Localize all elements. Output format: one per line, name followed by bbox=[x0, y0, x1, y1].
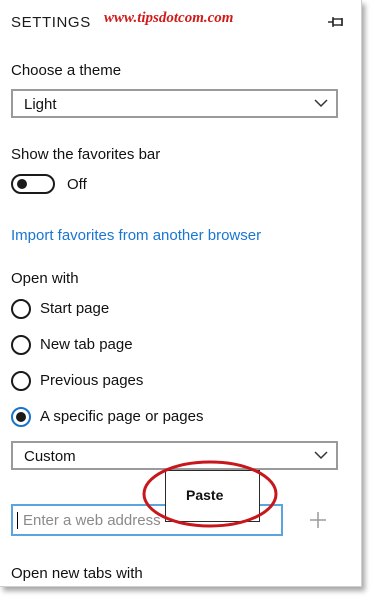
radio-start-page[interactable] bbox=[11, 299, 31, 319]
radio-new-tab-page[interactable] bbox=[11, 335, 31, 355]
theme-label: Choose a theme bbox=[11, 62, 122, 79]
import-favorites-link[interactable]: Import favorites from another browser bbox=[11, 227, 261, 244]
chevron-down-icon bbox=[314, 99, 328, 108]
radio-label-new-tab-page: New tab page bbox=[40, 336, 133, 353]
radio-label-previous-pages: Previous pages bbox=[40, 372, 144, 389]
pin-icon[interactable] bbox=[327, 14, 345, 30]
favorites-bar-state: Off bbox=[67, 176, 87, 193]
radio-previous-pages[interactable] bbox=[11, 371, 31, 391]
theme-select[interactable]: Light bbox=[11, 89, 338, 118]
context-menu: Paste bbox=[165, 470, 260, 522]
settings-title: SETTINGS bbox=[11, 14, 91, 31]
page-select-value: Custom bbox=[24, 448, 76, 465]
radio-selected-dot bbox=[16, 412, 26, 422]
toggle-knob bbox=[17, 179, 27, 189]
radio-label-specific-pages: A specific page or pages bbox=[40, 408, 204, 425]
chevron-down-icon bbox=[314, 451, 328, 460]
open-new-tabs-label: Open new tabs with bbox=[11, 565, 143, 582]
paste-menu-item[interactable]: Paste bbox=[186, 487, 223, 503]
text-caret bbox=[17, 512, 18, 529]
radio-label-start-page: Start page bbox=[40, 300, 110, 317]
open-with-label: Open with bbox=[11, 270, 79, 287]
favorites-bar-label: Show the favorites bar bbox=[11, 146, 161, 163]
settings-panel: SETTINGS www.tipsdotcom.com Choose a the… bbox=[0, 0, 362, 587]
plus-icon[interactable] bbox=[309, 511, 327, 529]
web-address-placeholder: Enter a web address bbox=[23, 512, 161, 529]
page-select[interactable]: Custom bbox=[11, 441, 338, 470]
theme-select-value: Light bbox=[24, 96, 57, 113]
favorites-bar-toggle[interactable] bbox=[11, 174, 55, 194]
watermark-text: www.tipsdotcom.com bbox=[104, 10, 234, 26]
radio-specific-pages[interactable] bbox=[11, 407, 31, 427]
